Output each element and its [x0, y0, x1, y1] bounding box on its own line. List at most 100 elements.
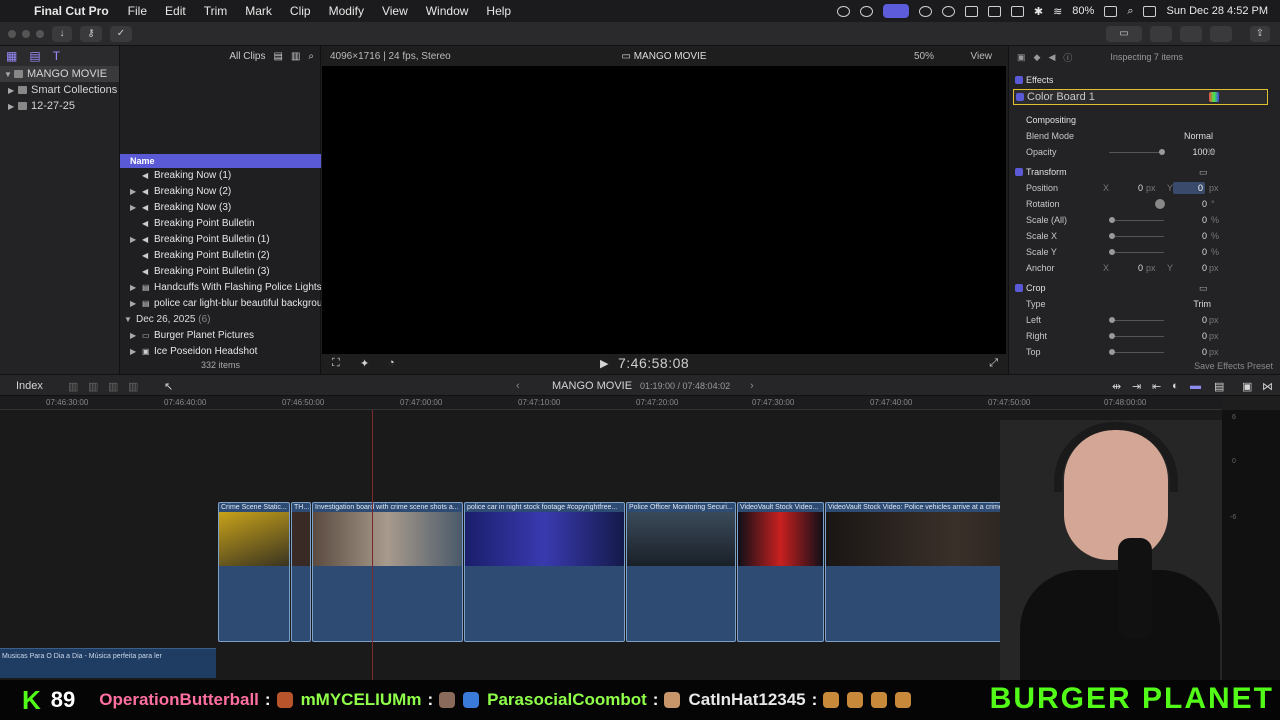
inspector-toggle-icon[interactable]: [1210, 26, 1232, 42]
speed-icon[interactable]: ◔: [388, 357, 395, 369]
list-item[interactable]: ◀ Breaking Point Bulletin: [120, 216, 321, 232]
list-item[interactable]: ◀ Breaking Point Bulletin (2): [120, 248, 321, 264]
menu-view[interactable]: View: [373, 4, 417, 18]
browser-toggle-icon[interactable]: [1150, 26, 1172, 42]
screen-share-icon[interactable]: [859, 5, 873, 17]
control-center-icon[interactable]: [1143, 5, 1157, 17]
wifi-icon[interactable]: ≋: [1053, 5, 1062, 18]
disclosure-icon[interactable]: ▶: [130, 280, 142, 296]
enhance-icon[interactable]: ✦: [360, 357, 369, 370]
timeline-clip[interactable]: police car in night stock footage #copyr…: [464, 502, 625, 642]
list-item[interactable]: ▶ ◀ Breaking Now (3): [120, 200, 321, 216]
transitions-icon[interactable]: ⋈: [1262, 380, 1273, 393]
list-item[interactable]: ▶ ▣ Ice Poseidon Headshot: [120, 344, 321, 360]
position-x-field[interactable]: 0: [1138, 180, 1143, 196]
transform-tool-icon[interactable]: ⛶: [332, 357, 340, 370]
position-y-field[interactable]: 0: [1173, 182, 1205, 194]
play-icon[interactable]: [941, 5, 955, 17]
slider-knob[interactable]: [1159, 149, 1165, 155]
minimize-window-button[interactable]: [22, 30, 30, 38]
battery-icon[interactable]: [1104, 5, 1118, 17]
slider-knob[interactable]: [1109, 249, 1115, 255]
timeline-project-name[interactable]: MANGO MOVIE: [552, 380, 632, 392]
libraries-icon[interactable]: ▦: [6, 49, 17, 63]
connect-clip-icon[interactable]: ▥: [68, 380, 78, 393]
disclosure-icon[interactable]: ▶: [130, 328, 142, 344]
crop-left-value[interactable]: 0: [1202, 312, 1207, 328]
scale-all-slider[interactable]: [1109, 217, 1164, 223]
solo-icon[interactable]: ◐: [1172, 380, 1179, 392]
timeline-clip[interactable]: Crime Scene Static...: [218, 502, 290, 642]
menu-modify[interactable]: Modify: [320, 4, 373, 18]
list-item[interactable]: ▶ ▭ Burger Planet Pictures: [120, 328, 321, 344]
date-group-header[interactable]: ▼ Dec 26, 2025 (6): [120, 312, 321, 328]
photos-icon[interactable]: ▤: [29, 49, 40, 63]
zoom-window-button[interactable]: [36, 30, 44, 38]
view-menu[interactable]: View: [971, 51, 993, 62]
play-icon[interactable]: ▶: [600, 357, 608, 370]
anchor-y-field[interactable]: 0: [1202, 260, 1207, 276]
clock[interactable]: Sun Dec 28 4:52 PM: [1166, 5, 1268, 17]
disclosure-icon[interactable]: ▶: [130, 200, 142, 216]
zoom-dropdown[interactable]: 50%: [914, 51, 934, 62]
menu-file[interactable]: File: [119, 4, 156, 18]
playhead[interactable]: [372, 410, 373, 680]
scale-y-slider[interactable]: [1109, 249, 1164, 255]
background-tasks-icon[interactable]: ✓: [110, 26, 132, 42]
volume-icon[interactable]: [964, 5, 978, 17]
list-item[interactable]: ▶ ▤ Handcuffs With Flashing Police Lights …: [120, 280, 321, 296]
name-column-header[interactable]: Name: [120, 154, 321, 168]
disclosure-icon[interactable]: ▼: [124, 312, 136, 328]
disclosure-icon[interactable]: ▶: [130, 232, 142, 248]
crop-type-dropdown[interactable]: Trim: [1193, 296, 1211, 312]
blend-mode-dropdown[interactable]: Normal: [1184, 128, 1213, 144]
index-button[interactable]: Index: [16, 380, 43, 392]
info-icon[interactable]: ⓘ: [1063, 51, 1072, 64]
share-icon[interactable]: ⇪: [1250, 26, 1270, 42]
stage-manager-icon[interactable]: [882, 4, 909, 18]
crop-left-slider[interactable]: [1109, 317, 1164, 323]
menu-edit[interactable]: Edit: [156, 4, 195, 18]
scale-y-value[interactable]: 0: [1202, 244, 1207, 260]
effect-checkbox[interactable]: [1016, 93, 1024, 101]
workspace-icon[interactable]: ▭: [1106, 26, 1142, 42]
color-board-icon[interactable]: [1209, 92, 1219, 102]
sidebar-item-event[interactable]: ▶ 12-27-25: [0, 98, 119, 114]
scale-x-value[interactable]: 0: [1202, 228, 1207, 244]
zoom-to-fit-icon[interactable]: ⇹: [1112, 380, 1121, 393]
transform-onscreen-icon[interactable]: ▭: [1199, 164, 1208, 180]
save-effects-preset-button[interactable]: Save Effects Preset: [1009, 358, 1280, 374]
menu-window[interactable]: Window: [417, 4, 478, 18]
color-inspector-icon[interactable]: ◆: [1034, 52, 1041, 63]
timeline-ruler[interactable]: 07:46:30:00 07:46:40:00 07:46:50:00 07:4…: [0, 396, 1222, 410]
slider-knob[interactable]: [1109, 217, 1115, 223]
rotation-value[interactable]: 0: [1202, 196, 1207, 212]
list-view-icon[interactable]: ▥: [291, 51, 300, 62]
crop-checkbox[interactable]: [1015, 284, 1023, 292]
sidebar-item-smart-collections[interactable]: ▶ Smart Collections: [0, 82, 119, 98]
disclosure-icon[interactable]: ▶: [130, 184, 142, 200]
snapping-icon[interactable]: ▬: [1190, 380, 1201, 392]
import-icon[interactable]: ↓: [52, 26, 72, 42]
search-icon[interactable]: ⌕: [1127, 5, 1133, 18]
slider-knob[interactable]: [1109, 317, 1115, 323]
insert-clip-icon[interactable]: ▥: [88, 380, 98, 393]
timeline-clip[interactable]: VideoVault Stock Video...: [737, 502, 824, 642]
scale-all-value[interactable]: 0: [1202, 212, 1207, 228]
transform-checkbox[interactable]: [1015, 168, 1023, 176]
slider-knob[interactable]: [1109, 233, 1115, 239]
crop-top-slider[interactable]: [1109, 349, 1164, 355]
menu-trim[interactable]: Trim: [195, 4, 237, 18]
audio-inspector-icon[interactable]: ◀: [1048, 52, 1055, 63]
search-icon[interactable]: ⌕: [308, 51, 314, 62]
list-item[interactable]: ▶ ◀ Breaking Point Bulletin (1): [120, 232, 321, 248]
list-item[interactable]: ▶ ◀ Breaking Now (2): [120, 184, 321, 200]
opacity-slider[interactable]: [1109, 149, 1165, 155]
fullscreen-icon[interactable]: ⤢: [989, 357, 998, 370]
append-clip-icon[interactable]: ▥: [108, 380, 118, 393]
menu-help[interactable]: Help: [477, 4, 520, 18]
skimming-icon[interactable]: ⇥: [1132, 380, 1141, 393]
filmstrip-view-icon[interactable]: ▤: [273, 51, 282, 62]
crop-section[interactable]: Crop ▭: [1009, 280, 1280, 296]
menu-clip[interactable]: Clip: [281, 4, 320, 18]
